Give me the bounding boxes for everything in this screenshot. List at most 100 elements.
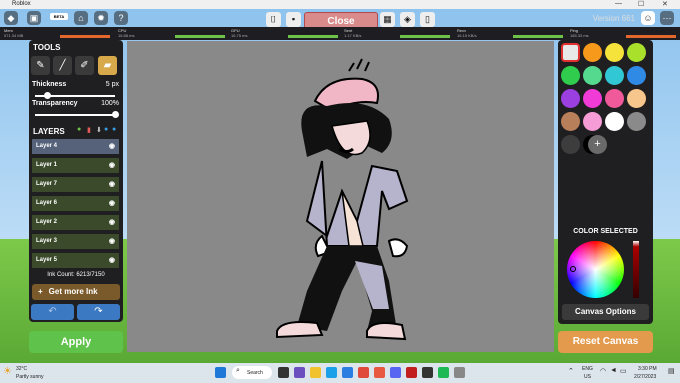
undo-button[interactable]: ↶ [31, 304, 74, 320]
more-menu-icon[interactable]: ⋯ [660, 11, 674, 25]
language-primary[interactable]: ENG [582, 366, 593, 372]
color-swatch[interactable] [627, 43, 646, 62]
eraser-tool-button[interactable]: ▰ [98, 56, 117, 75]
account-icon[interactable]: ☺ [641, 11, 655, 25]
color-swatch[interactable] [605, 66, 624, 85]
merge-layer-icon[interactable]: ⬇ [96, 126, 102, 134]
edge-icon[interactable] [326, 367, 337, 378]
color-wheel-marker[interactable] [570, 266, 576, 272]
color-swatch[interactable] [561, 43, 580, 62]
color-swatch[interactable] [561, 112, 580, 131]
color-swatch[interactable] [605, 112, 624, 131]
delete-layer-icon[interactable]: ▮ [87, 126, 91, 134]
spotify-icon[interactable] [438, 367, 449, 378]
window-titlebar: Roblox — ☐ ✕ [0, 0, 680, 9]
volume-icon[interactable]: ◄ [610, 367, 617, 374]
maximize-button[interactable]: ☐ [638, 0, 644, 8]
apply-button[interactable]: Apply [29, 331, 123, 353]
weather-desc[interactable]: Partly sunny [16, 374, 44, 380]
color-swatch[interactable] [605, 43, 624, 62]
battery-icon[interactable]: ▭ [620, 367, 627, 375]
color-swatch[interactable] [583, 66, 602, 85]
color-swatch[interactable] [583, 43, 602, 62]
shield-icon[interactable]: ◈ [400, 12, 415, 27]
stat-gpu-graph [288, 35, 338, 38]
add-color-button[interactable]: + [588, 135, 607, 154]
get-more-ink-button[interactable]: + Get more Ink [32, 284, 120, 300]
transparency-label: Transparency [32, 100, 78, 107]
transparency-slider-knob[interactable] [112, 111, 119, 118]
line-tool-button[interactable]: ╱ [53, 56, 72, 75]
search-box[interactable]: ⌕ Search [232, 366, 272, 379]
stat-cpu-graph [175, 35, 225, 38]
clock-time[interactable]: 3:30 PM [638, 366, 657, 372]
task-view-icon[interactable] [278, 367, 289, 378]
clock-date[interactable]: 2/27/2023 [634, 374, 656, 380]
color-selected-label: COLOR SELECTED [573, 228, 638, 235]
layer-row[interactable]: Layer 7 ◉ [32, 177, 119, 192]
color-swatch[interactable] [561, 89, 580, 108]
stat-recv: Recv 16.15 KB/s [457, 28, 477, 38]
minimize-button[interactable]: — [615, 0, 622, 7]
layer-down-icon[interactable]: ● [112, 126, 116, 133]
map-icon[interactable]: ▦ [380, 12, 395, 27]
chrome-icon[interactable] [358, 367, 369, 378]
color-swatch[interactable] [627, 66, 646, 85]
store-icon[interactable] [342, 367, 353, 378]
app-icon-2[interactable] [406, 367, 417, 378]
color-swatch[interactable] [627, 112, 646, 131]
redo-button[interactable]: ↷ [77, 304, 120, 320]
add-layer-icon[interactable]: ● [77, 126, 81, 133]
eye-icon: ◉ [108, 162, 115, 169]
color-swatch[interactable] [561, 135, 580, 154]
door-exit-icon[interactable]: ▯ [420, 12, 435, 27]
save-icon[interactable]: ▪ [286, 12, 301, 27]
chat-icon[interactable]: ▣ [27, 11, 41, 25]
windows-start-icon[interactable] [215, 367, 226, 378]
eyedropper-tool-button[interactable]: ✐ [75, 56, 94, 75]
ink-count: Ink Count: 6213/7150 [47, 272, 105, 278]
canvas-options-button[interactable]: Canvas Options [562, 304, 649, 320]
tools-panel: TOOLS ✎ ╱ ✐ ▰ Thickness 5 px Transparenc… [29, 40, 123, 322]
transparency-slider-track[interactable] [35, 114, 115, 116]
backpack-icon[interactable]: ⌂ [74, 11, 88, 25]
stat-mem: Mem 571.34 MB [4, 28, 24, 38]
color-swatch[interactable] [627, 89, 646, 108]
roblox-menu-icon[interactable]: ◆ [4, 11, 18, 25]
brightness-slider[interactable] [633, 241, 639, 298]
layer-row[interactable]: Layer 2 ◉ [32, 215, 119, 230]
drawing-canvas[interactable] [127, 41, 554, 352]
eye-icon: ◉ [108, 219, 115, 226]
reset-canvas-button[interactable]: Reset Canvas [558, 331, 653, 353]
app-icon-3[interactable] [422, 367, 433, 378]
window-close-button[interactable]: ✕ [662, 0, 668, 8]
shop-bag-icon[interactable]: ⌷ [266, 12, 281, 27]
layer-row[interactable]: Layer 1 ◉ [32, 158, 119, 173]
language-secondary[interactable]: US [584, 374, 591, 380]
layer-row[interactable]: Layer 4 ◉ [32, 139, 119, 154]
wifi-icon[interactable]: ◠ [600, 367, 606, 375]
discord-icon[interactable] [390, 367, 401, 378]
app-icon[interactable] [374, 367, 385, 378]
help-icon[interactable]: ? [114, 11, 128, 25]
color-swatch[interactable] [583, 89, 602, 108]
layers-header: LAYERS [33, 127, 65, 136]
weather-temp[interactable]: 32°C [16, 366, 27, 372]
stat-ping: Ping 185.33 ms [570, 28, 589, 38]
layer-up-icon[interactable]: ● [104, 126, 108, 133]
color-swatch[interactable] [561, 66, 580, 85]
settings-gear-icon[interactable]: ✹ [94, 11, 108, 25]
pen-tool-button[interactable]: ✎ [31, 56, 50, 75]
color-swatch[interactable] [605, 89, 624, 108]
color-swatch[interactable] [583, 112, 602, 131]
file-explorer-icon[interactable] [310, 367, 321, 378]
notifications-icon[interactable]: ▤ [668, 367, 675, 375]
tray-chevron-icon[interactable]: ⌃ [568, 367, 574, 375]
roblox-icon[interactable] [454, 367, 465, 378]
undo-icon: ↶ [48, 306, 57, 317]
layer-row[interactable]: Layer 6 ◉ [32, 196, 119, 211]
teams-icon[interactable] [294, 367, 305, 378]
layer-row[interactable]: Layer 5 ◉ [32, 253, 119, 268]
layer-row[interactable]: Layer 3 ◉ [32, 234, 119, 249]
thickness-slider-knob[interactable] [44, 92, 51, 99]
